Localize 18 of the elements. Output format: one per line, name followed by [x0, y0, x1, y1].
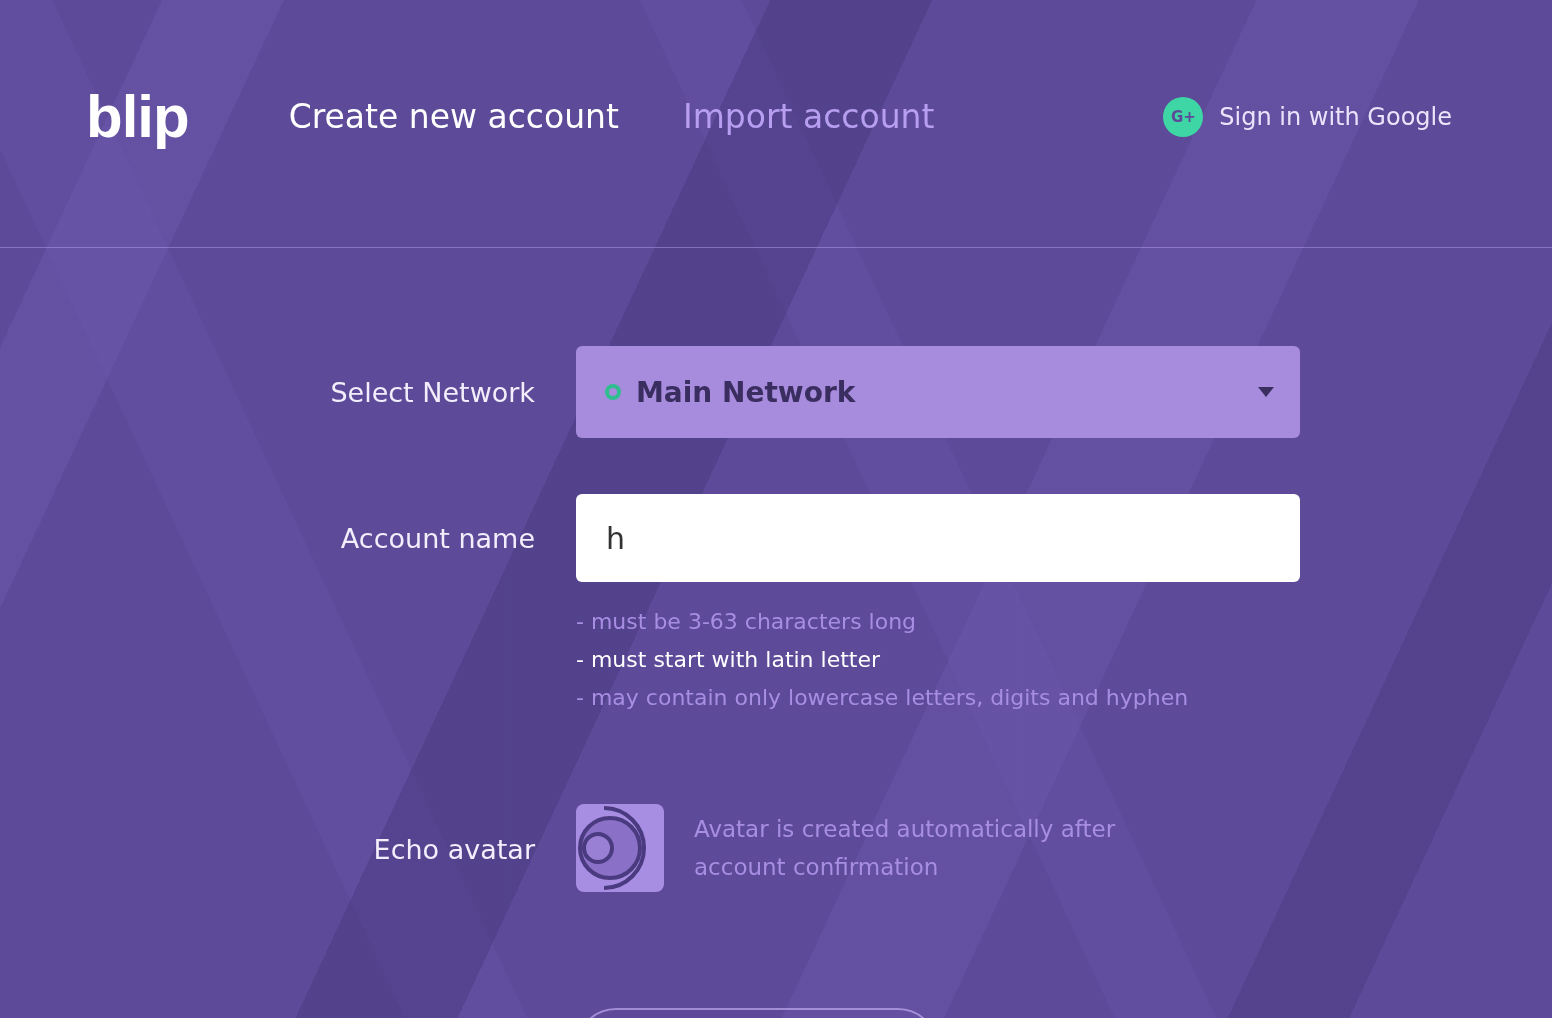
field-label: Select Network: [330, 376, 535, 408]
network-select[interactable]: Main Network: [576, 346, 1300, 438]
avatar-icon: [576, 804, 664, 892]
field-label: Echo avatar: [373, 834, 535, 865]
field-label: Account name: [340, 522, 535, 554]
requirement-text: - must start with latin letter: [576, 646, 882, 674]
requirement-text: - may contain only lowercase letters, digits and hyphen: [576, 684, 1190, 712]
avatar-note: Avatar is created automatically after account confirmation: [694, 815, 1117, 882]
requirement-text: - must be 3-63 characters long: [576, 608, 918, 636]
tab[interactable]: Import account: [682, 97, 935, 136]
logo: blip: [86, 82, 189, 151]
google-signin-label: Sign in with Google: [1219, 102, 1452, 131]
caret-icon: [1258, 387, 1274, 397]
tab[interactable]: Create new account: [288, 97, 619, 136]
google-signin-link[interactable]: G+ Sign in with Google: [1163, 96, 1452, 137]
status-dot-icon: [604, 383, 622, 401]
google-plus-icon: G+: [1163, 96, 1204, 137]
account-name-input[interactable]: h: [576, 494, 1300, 582]
